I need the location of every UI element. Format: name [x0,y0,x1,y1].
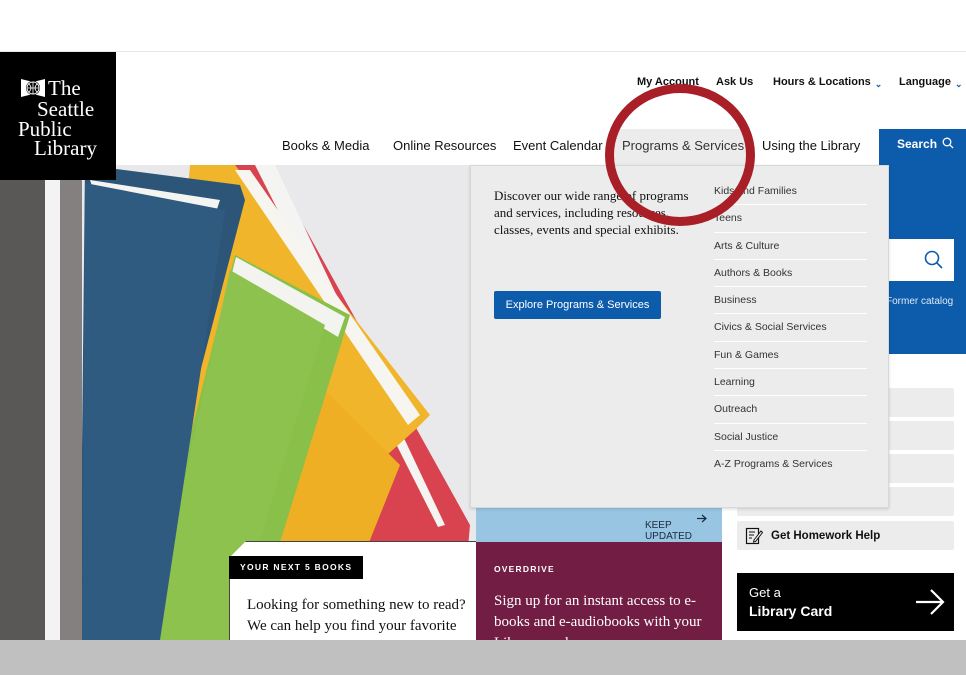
former-catalog-link[interactable]: Former catalog [886,296,953,307]
browser-top-strip [0,0,966,52]
library-card-line1: Get a [749,585,781,600]
grey-book [0,165,45,640]
logo-line: The [48,76,81,100]
nav-online-resources[interactable]: Online Resources [393,138,496,153]
dropdown-description: Discover our wide range of programs and … [494,188,689,237]
dropdown-link-social-justice[interactable]: Social Justice [714,424,867,451]
keep-updated-banner[interactable]: KEEP UPDATED [476,508,722,542]
chevron-down-icon: ⌄ [954,79,963,89]
chevron-down-icon: ⌄ [874,79,883,89]
search-icon[interactable] [924,250,944,270]
bottom-overlay-bar [0,640,966,675]
overdrive-promo[interactable]: OVERDRIVE Sign up for an instant access … [476,542,722,651]
homework-help-link[interactable]: Get Homework Help [737,521,954,550]
keep-updated-label: KEEP UPDATED [644,520,692,542]
ask-us-link[interactable]: Ask Us [716,76,753,88]
homework-pencil-icon [745,527,763,544]
arrow-right-icon [916,589,945,615]
catalog-search-input[interactable] [879,239,954,281]
search-tab-button[interactable]: Search [897,137,954,151]
dropdown-link-authors-books[interactable]: Authors & Books [714,260,867,288]
page: The Seattle Public Library My Account As… [0,0,966,675]
search-tab-label: Search [897,137,938,151]
homework-help-label: Get Homework Help [771,529,881,542]
next5-tag: YOUR NEXT 5 BOOKS [229,556,364,579]
dropdown-link-a-z[interactable]: A-Z Programs & Services [714,451,867,478]
dropdown-link-teens[interactable]: Teens [714,205,867,233]
dropdown-link-outreach[interactable]: Outreach [714,396,867,424]
dropdown-link-kids-families[interactable]: Kids and Families [714,178,867,206]
language-label: Language [899,76,951,88]
explore-programs-button[interactable]: Explore Programs & Services [494,291,661,319]
dropdown-link-learning[interactable]: Learning [714,369,867,397]
search-icon [942,137,954,149]
nav-event-calendar[interactable]: Event Calendar [513,138,603,153]
nav-using-the-library[interactable]: Using the Library [762,138,860,153]
dropdown-link-civics-social[interactable]: Civics & Social Services [714,314,867,342]
arrow-right-icon [697,514,707,523]
keep-updated-link[interactable]: KEEP UPDATED [645,514,707,542]
my-account-link[interactable]: My Account [637,76,699,88]
nav-programs-services[interactable]: Programs & Services [622,138,744,153]
dropdown-link-arts-culture[interactable]: Arts & Culture [714,233,867,260]
language-menu[interactable]: Language ⌄ [899,76,963,89]
dropdown-link-fun-games[interactable]: Fun & Games [714,342,867,370]
hours-locations-menu[interactable]: Hours & Locations ⌄ [773,76,883,89]
dropdown-link-list: Kids and Families Teens Arts & Culture A… [714,185,867,478]
overdrive-tag: OVERDRIVE [494,564,555,574]
library-card-line2: Library Card [749,603,833,619]
hours-locations-label: Hours & Locations [773,76,871,88]
library-logo[interactable]: The Seattle Public Library [0,52,116,180]
programs-services-dropdown: Discover our wide range of programs and … [470,165,889,508]
dropdown-link-business[interactable]: Business [714,287,867,315]
nav-books-media[interactable]: Books & Media [282,138,369,153]
logo-line: Library [34,136,97,160]
get-library-card-button[interactable]: Get a Library Card [737,573,954,631]
